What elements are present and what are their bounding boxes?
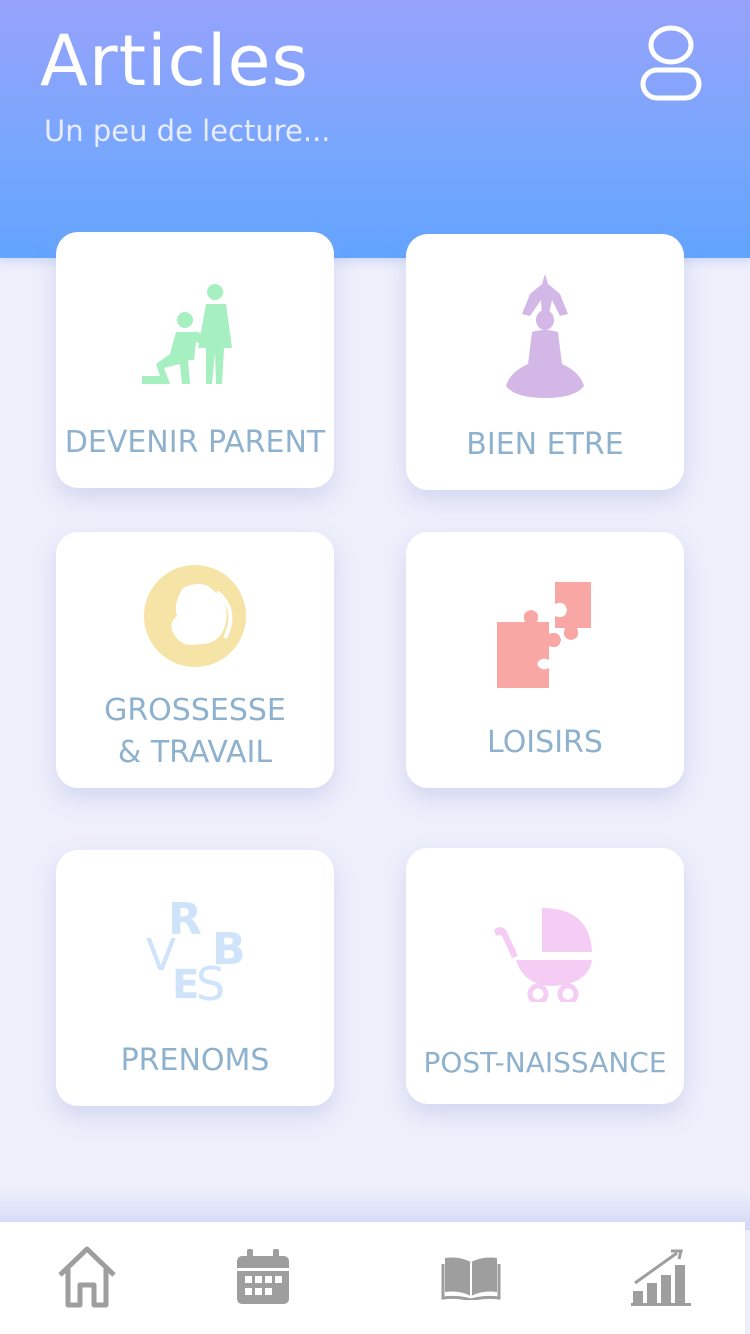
puzzle-icon: [497, 582, 591, 688]
page-subtitle: Un peu de lecture...: [44, 114, 331, 148]
home-icon: [58, 1246, 116, 1308]
user-icon: [640, 25, 702, 101]
category-card-loisirs[interactable]: LOISIRS: [406, 532, 684, 788]
page-title: Articles: [40, 20, 310, 102]
tab-calendar[interactable]: [228, 1242, 298, 1312]
profile-button[interactable]: [636, 24, 706, 106]
category-label: POST-NAISSANCE: [423, 1046, 667, 1079]
calendar-icon: [237, 1249, 289, 1304]
header: Articles Un peu de lecture...: [0, 0, 750, 258]
category-card-grossesse-travail[interactable]: GROSSESSE & TRAVAIL: [56, 532, 334, 788]
letters-icon: R B V E S: [146, 894, 246, 1010]
letter-s: S: [196, 957, 225, 1010]
tab-stats[interactable]: [628, 1242, 698, 1312]
stroller-icon: [494, 908, 592, 1002]
fetus-icon: [144, 565, 246, 667]
category-label: BIEN ETRE: [466, 427, 624, 462]
category-card-post-naissance[interactable]: POST-NAISSANCE: [406, 848, 684, 1104]
category-card-devenir-parent[interactable]: DEVENIR PARENT: [56, 232, 334, 488]
category-card-prenoms[interactable]: R B V E S PRENOMS: [56, 850, 334, 1106]
book-icon: [441, 1257, 501, 1300]
category-label-line1: GROSSESSE: [104, 693, 286, 728]
category-label: DEVENIR PARENT: [64, 425, 326, 460]
category-label-line2: & TRAVAIL: [117, 735, 273, 770]
yoga-icon: [506, 274, 584, 398]
bottom-tab-bar: [0, 1222, 745, 1334]
category-label: LOISIRS: [487, 725, 603, 760]
category-label: PRENOMS: [120, 1043, 270, 1078]
stats-icon: [631, 1249, 691, 1306]
tab-articles[interactable]: [436, 1242, 506, 1312]
category-card-bien-etre[interactable]: BIEN ETRE: [406, 234, 684, 490]
tab-home[interactable]: [52, 1242, 122, 1312]
expecting-parents-icon: [142, 284, 232, 384]
